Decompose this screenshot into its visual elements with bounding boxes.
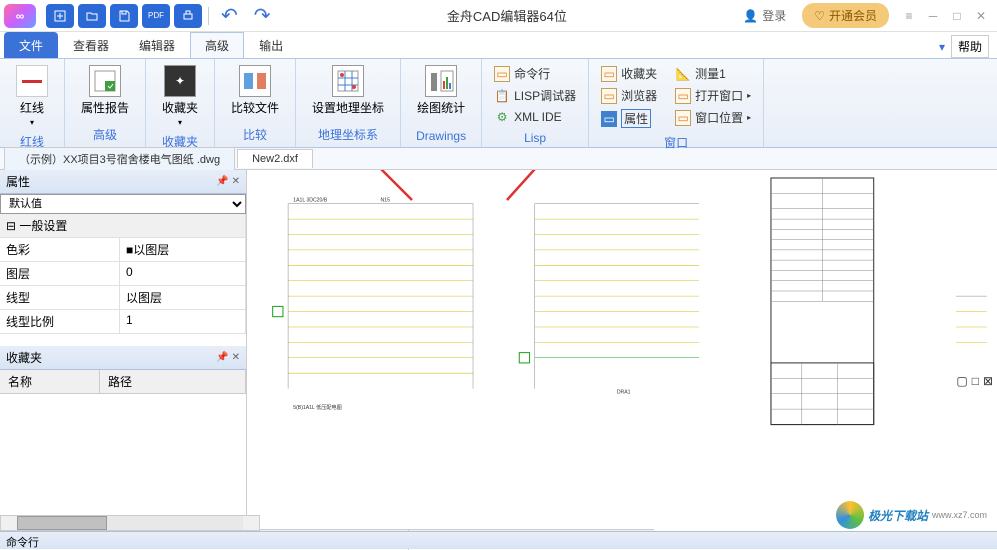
props-button[interactable]: ▭属性 [595,107,663,130]
redo-button[interactable]: ↷ [246,3,279,28]
measure-button[interactable]: 📐测量1 [669,63,757,84]
attr-report-button[interactable]: 属性报告 [69,61,141,120]
cmd-icon: ▭ [494,66,510,82]
report-icon [89,65,121,97]
tab-advanced[interactable]: 高级 [190,32,244,58]
group-label-advanced: 高级 [69,124,141,145]
app-logo: ∞ [4,4,36,28]
tab-viewer[interactable]: 查看器 [58,32,124,58]
geo-button[interactable]: 设置地理坐标 [300,61,396,120]
group-label-drawings: Drawings [405,127,477,145]
close-button[interactable]: ✕ [969,4,993,28]
props-combo[interactable]: 默认值 [0,194,246,214]
fav-win-icon: ▭ [601,66,617,82]
compare-icon [239,65,271,97]
pin-icon[interactable]: 📌 ✕ [216,352,240,363]
svg-text:5(B)1A1L 低压配电图: 5(B)1A1L 低压配电图 [293,403,342,411]
fav-win-button[interactable]: ▭收藏夹 [595,63,663,84]
canvas-restore-icon[interactable]: ▢ [956,374,967,388]
favorites-icon: ✦ [164,65,196,97]
redline-button[interactable]: 红线▾ [4,61,60,131]
fav-panel-header: 收藏夹📌 ✕ [0,346,246,370]
pdf-button[interactable]: PDF [142,4,170,28]
dropdown-icon[interactable]: ▾ [939,40,945,54]
xml-icon: ⚙ [494,109,510,125]
new-button[interactable] [46,4,74,28]
user-icon: 👤 [743,9,758,23]
openwin-button[interactable]: ▭打开窗口 ▸ [669,85,757,106]
xml-ide-button[interactable]: ⚙XML IDE [488,107,582,127]
watermark-icon [836,501,864,529]
undo-button[interactable]: ↶ [213,3,246,28]
drawing-canvas[interactable]: ▢ □ ⊠ 1A1L 3DC20/B N15 5(B)1A1L 低压配电图 DRA1 [247,170,997,525]
svg-text:1A1L 3DC20/B: 1A1L 3DC20/B [293,198,328,204]
vip-button[interactable]: ♡开通会员 [802,3,889,28]
props-icon: ▭ [601,111,617,127]
browser-button[interactable]: ▭浏览器 [595,85,663,106]
svg-text:DRA1: DRA1 [617,390,631,396]
minimize-button[interactable]: ─ [921,4,945,28]
tab-output[interactable]: 输出 [244,32,298,58]
group-label-window: 窗口 [593,132,759,153]
panel-hscrollbar[interactable] [0,515,260,531]
print-button[interactable] [174,4,202,28]
help-button[interactable]: 帮助 [951,35,989,58]
pin-icon[interactable]: 📌 ✕ [216,176,240,187]
cmdline-button[interactable]: ▭命令行 [488,63,582,84]
measure-icon: 📐 [675,66,691,82]
lisp-icon: 📋 [494,88,510,104]
open-button[interactable] [78,4,106,28]
table-row[interactable]: 色彩■以图层 [0,238,246,262]
redline-icon [16,65,48,97]
menu-button[interactable]: ≡ [897,4,921,28]
table-row[interactable]: 图层0 [0,262,246,286]
fav-columns: 名称路径 [0,370,246,394]
winpos-button[interactable]: ▭窗口位置 ▸ [669,107,757,128]
save-button[interactable] [110,4,138,28]
tab-file[interactable]: 文件 [4,32,58,58]
group-label-lisp: Lisp [486,129,584,147]
doctab-1[interactable]: （示例）XX项目3号宿舍楼电气图纸 .dwg [4,147,235,170]
stats-icon [425,65,457,97]
maximize-button[interactable]: □ [945,4,969,28]
heart-icon: ♡ [814,9,825,23]
tab-editor[interactable]: 编辑器 [124,32,190,58]
command-line[interactable]: 命令行 [0,531,997,549]
winpos-icon: ▭ [675,110,691,126]
svg-text:N15: N15 [381,198,391,204]
geo-icon [332,65,364,97]
table-row[interactable]: 线型比例1 [0,310,246,334]
canvas-max-icon[interactable]: □ [972,374,979,388]
props-section[interactable]: ⊟ 一般设置 [0,214,246,237]
canvas-close-icon[interactable]: ⊠ [983,374,993,388]
group-label-compare: 比较 [219,124,291,145]
drawstat-button[interactable]: 绘图统计 [405,61,477,120]
favorites-big-button[interactable]: ✦收藏夹▾ [150,61,210,131]
group-label-geo: 地理坐标系 [300,124,396,145]
doctab-2[interactable]: New2.dxf [237,149,313,168]
lisp-debug-button[interactable]: 📋LISP调试器 [488,85,582,106]
table-row[interactable]: 线型以图层 [0,286,246,310]
props-panel-header: 属性📌 ✕ [0,170,246,194]
login-button[interactable]: 👤登录 [735,7,794,24]
compare-button[interactable]: 比较文件 [219,61,291,120]
openwin-icon: ▭ [675,88,691,104]
browser-icon: ▭ [601,88,617,104]
app-title: 金舟CAD编辑器64位 [279,6,736,25]
watermark: 极光下载站 www.xz7.com [836,501,987,529]
